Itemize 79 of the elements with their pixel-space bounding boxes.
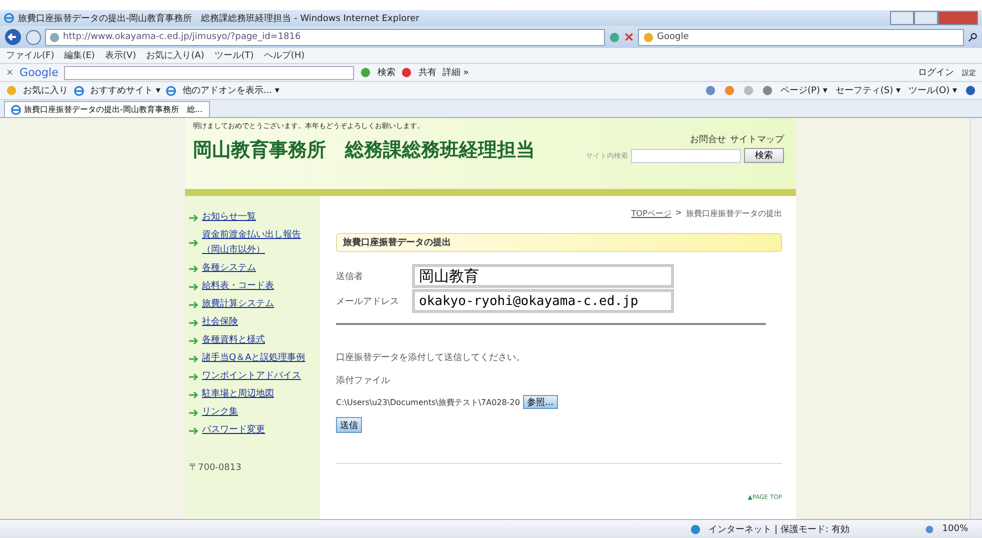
menu-item[interactable]: ヘルプ(H): [264, 49, 305, 62]
sidebar-link[interactable]: 各種システム: [202, 261, 256, 276]
zoom-level[interactable]: 100%: [942, 524, 968, 534]
browser-logo-icon: [11, 104, 21, 114]
arrow-icon: [189, 214, 199, 222]
menu-item[interactable]: お気に入り(A): [146, 49, 204, 62]
field-label: メールアドレス: [336, 296, 400, 308]
arrow-icon: [189, 426, 199, 434]
window-title: 旅費口座振替データの提出-岡山教育事務所 総務課総務班経理担当 - Windows Internet Explorer: [18, 12, 420, 24]
sidebar-link[interactable]: 資金前渡金払い出し報告（岡山市以外）: [202, 228, 316, 258]
text-field[interactable]: 岡山教育: [412, 264, 674, 288]
breadcrumb-current: 旅費口座振替データの提出: [686, 208, 782, 219]
toolbar-logo: Google: [20, 66, 58, 79]
favorites-item[interactable]: おすすめサイト ▾: [90, 84, 160, 97]
arrow-icon: [189, 408, 199, 416]
search-field[interactable]: Google: [638, 28, 964, 46]
file-path-field[interactable]: C:\Users\u23\Documents\旅費テスト\7A028-20: [336, 396, 520, 408]
address-field[interactable]: http://www.okayama-c.ed.jp/jimusyo/?page_id=1816: [45, 28, 605, 46]
command-menu[interactable]: セーフティ(S) ▾: [835, 84, 900, 97]
arrow-icon: [189, 282, 199, 290]
toolbar-search-field[interactable]: [64, 66, 354, 80]
forward-button[interactable]: [26, 30, 41, 44]
arrow-icon: [189, 336, 199, 344]
instruction-text: 口座振替データを添付して送信してください。: [336, 352, 526, 364]
sidebar-link[interactable]: ワンポイントアドバイス: [202, 369, 301, 384]
submit-button[interactable]: 送信: [336, 417, 362, 433]
search-icon: [968, 32, 978, 42]
menu-item[interactable]: ファイル(F): [6, 49, 54, 62]
minimize-button[interactable]: [890, 11, 914, 25]
browser-logo-icon: [4, 13, 14, 23]
share-button[interactable]: 共有: [418, 66, 436, 79]
text-field[interactable]: okakyo-ryohi@okayama-c.ed.jp: [412, 289, 674, 313]
postal-code: 〒700-0813: [189, 462, 242, 474]
menu-item[interactable]: 表示(V): [104, 49, 136, 62]
favorites-item[interactable]: 他のアドオンを表示... ▾: [182, 84, 280, 97]
sidebar-link[interactable]: リンク集: [202, 405, 238, 420]
login-link[interactable]: ログイン: [918, 66, 954, 79]
sidebar-link[interactable]: お知らせ一覧: [202, 210, 256, 225]
sidebar-link[interactable]: 駐車場と周辺地図: [202, 387, 274, 402]
browser-logo-icon: [166, 86, 176, 96]
browse-button[interactable]: 参照...: [522, 395, 558, 409]
back-button[interactable]: [4, 28, 22, 46]
zone-status: インターネット | 保護モード: 有効: [708, 524, 850, 536]
command-menu[interactable]: ページ(P) ▾: [780, 84, 828, 97]
menu-item[interactable]: 編集(E): [64, 49, 95, 62]
menu-item[interactable]: ツール(T): [214, 49, 254, 62]
toolbar-search-button[interactable]: 検索: [377, 66, 396, 79]
breadcrumb-link[interactable]: TOPページ: [631, 208, 672, 219]
arrow-icon: [189, 372, 199, 380]
arrow-icon: [189, 354, 199, 362]
sitemap-link[interactable]: サイトマップ: [730, 133, 784, 146]
site-search-field[interactable]: [631, 148, 741, 162]
site-title: 岡山教育事務所 総務課総務班経理担当: [193, 138, 535, 163]
arrow-icon: [189, 264, 199, 272]
browser-tab[interactable]: 旅費口座振替データの提出-岡山教育事務所 総...: [4, 101, 210, 117]
section-heading: 旅費口座振替データの提出: [336, 233, 782, 252]
field-label: 送信者: [336, 270, 364, 282]
arrow-icon: [189, 318, 199, 326]
sidebar-link[interactable]: 社会保険: [202, 315, 238, 330]
sidebar-link[interactable]: 旅費計算システム: [202, 297, 274, 312]
breadcrumb-separator: >: [675, 208, 682, 219]
sidebar-link[interactable]: パスワード変更: [202, 423, 265, 438]
attachment-label: 添付ファイル: [336, 374, 391, 387]
command-menu[interactable]: ツール(O) ▾: [908, 84, 957, 97]
more-button[interactable]: 詳細 »: [442, 66, 469, 79]
arrow-icon: [189, 390, 199, 398]
arrow-icon: [189, 300, 199, 308]
contact-link[interactable]: お問合せ: [690, 133, 726, 146]
browser-logo-icon: [74, 86, 84, 96]
scrollbar[interactable]: [970, 118, 982, 519]
arrow-icon: [189, 239, 199, 247]
search-button[interactable]: 検索: [744, 148, 784, 163]
close-toolbar-button[interactable]: ×: [6, 68, 14, 78]
maximize-button[interactable]: [914, 11, 938, 25]
stop-icon: [624, 32, 634, 42]
favorites-button[interactable]: お気に入り: [23, 84, 68, 97]
sidebar-link[interactable]: 各種資料と様式: [202, 333, 265, 348]
sidebar-link[interactable]: 給料表・コード表: [202, 279, 274, 294]
sidebar-link[interactable]: 諸手当Q＆Aと誤処理事例: [202, 351, 306, 366]
